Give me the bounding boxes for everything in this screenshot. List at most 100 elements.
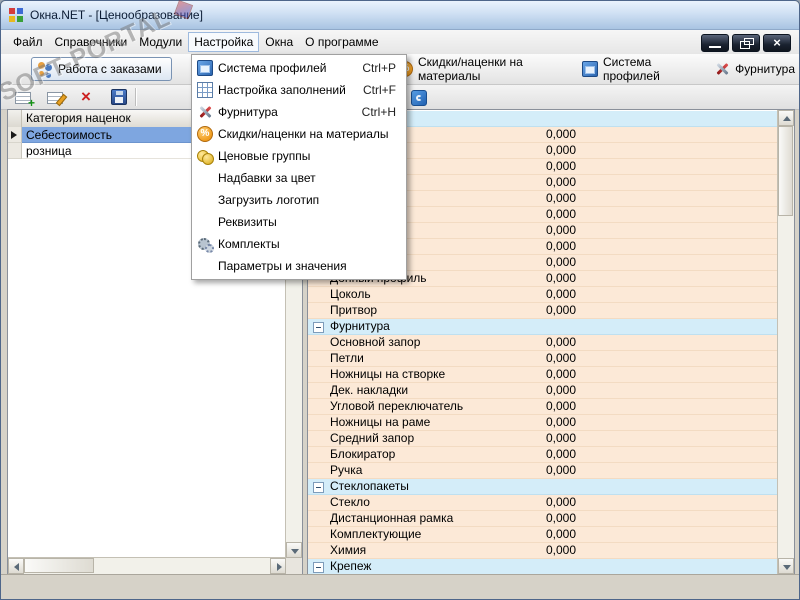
pricing-value: 0,000 <box>545 207 576 221</box>
toolbar-button-3[interactable]: Фурнитура <box>710 59 799 79</box>
close-button[interactable] <box>763 34 791 52</box>
add-record-button[interactable] <box>11 88 35 110</box>
menu-option-icon-slot <box>192 60 218 76</box>
menu-option-label: Настройка заполнений <box>218 83 346 97</box>
settings-dropdown-menu: Система профилей Ctrl+P Настройка заполнен… <box>191 54 407 280</box>
edit-record-button[interactable] <box>43 88 67 106</box>
scroll-up-button[interactable] <box>778 110 794 126</box>
toolbar-button-2[interactable]: Система профилей <box>578 53 696 85</box>
horizontal-scroll-thumb[interactable] <box>24 558 94 573</box>
pricing-group-row[interactable]: Фурнитура <box>308 319 778 335</box>
collapse-icon[interactable] <box>313 482 324 493</box>
pricing-label: Блокиратор <box>330 447 396 461</box>
pricing-value: 0,000 <box>545 239 576 253</box>
pricing-item-row[interactable]: Средний запор 0,000 <box>308 431 778 447</box>
menu-option-label: Параметры и значения <box>218 259 347 273</box>
menu-item-5[interactable]: Окна <box>259 32 299 52</box>
pricing-item-row[interactable]: Ножницы на раме 0,000 <box>308 415 778 431</box>
window-controls <box>701 34 791 52</box>
minimize-button[interactable] <box>701 34 729 52</box>
profiles-icon <box>197 60 213 76</box>
scrollbar-corner <box>286 558 302 574</box>
menu-option-9[interactable]: Комплекты <box>192 233 406 255</box>
minimize-icon <box>702 35 728 51</box>
blue-tool-button[interactable] <box>407 88 431 108</box>
pricing-group-row[interactable]: Стеклопакеты <box>308 479 778 495</box>
toolbar-button-label: Скидки/наценки на материалы <box>418 55 523 83</box>
menu-option-10[interactable]: Параметры и значения <box>192 255 406 277</box>
arrow-down-icon <box>291 549 299 554</box>
toolbar-button-1[interactable]: Скидки/наценки на материалы <box>393 53 564 85</box>
arrow-up-icon <box>783 116 791 121</box>
menu-item-1[interactable]: Файл <box>7 32 49 52</box>
scroll-left-button[interactable] <box>8 558 24 574</box>
menu-option-1[interactable]: Система профилей Ctrl+P <box>192 57 406 79</box>
pricing-item-row[interactable]: Стекло 0,000 <box>308 495 778 511</box>
app-icon <box>8 7 24 23</box>
menu-option-label: Ценовые группы <box>218 149 311 163</box>
menu-option-4[interactable]: Скидки/наценки на материалы <box>192 123 406 145</box>
delete-record-button[interactable] <box>75 87 99 107</box>
pricing-item-row[interactable]: Дистанционная рамка 0,000 <box>308 511 778 527</box>
scroll-right-button[interactable] <box>270 558 286 574</box>
save-button[interactable] <box>107 87 131 107</box>
pricing-value: 0,000 <box>545 191 576 205</box>
row-indicator <box>8 127 22 143</box>
profiles-icon <box>581 61 598 77</box>
pricing-vertical-scrollbar[interactable] <box>777 110 794 574</box>
menu-option-icon-slot <box>192 236 218 253</box>
orders-icon <box>37 61 53 77</box>
orders-button[interactable]: Работа с заказами <box>31 57 172 81</box>
pricing-label: Средний запор <box>330 431 415 445</box>
pricing-value: 0,000 <box>545 271 576 285</box>
pricing-label: Дистанционная рамка <box>330 511 454 525</box>
categories-horizontal-scrollbar[interactable] <box>8 557 286 574</box>
title-bar[interactable]: Окна.NET - [Ценообразование] <box>1 1 799 30</box>
menu-option-shortcut: Ctrl+H <box>361 105 396 119</box>
menu-option-5[interactable]: Ценовые группы <box>192 145 406 167</box>
pricing-item-row[interactable]: Дек. накладки 0,000 <box>308 383 778 399</box>
collapse-icon[interactable] <box>313 322 324 333</box>
kits-icon <box>197 236 214 253</box>
price-groups-icon <box>197 148 214 165</box>
restore-button[interactable] <box>732 34 760 52</box>
pricing-value: 0,000 <box>545 351 576 365</box>
pricing-value: 0,000 <box>545 415 576 429</box>
secondary-toolbar-right <box>407 88 431 108</box>
menu-item-6[interactable]: О программе <box>299 32 384 52</box>
menu-item-3[interactable]: Модули <box>133 32 188 52</box>
toolbar-separator <box>135 88 137 106</box>
menu-option-8[interactable]: Реквизиты <box>192 211 406 233</box>
pricing-item-row[interactable]: Комплектующие 0,000 <box>308 527 778 543</box>
pricing-item-row[interactable]: Петли 0,000 <box>308 351 778 367</box>
arrow-down-icon <box>783 565 791 570</box>
pricing-value: 0,000 <box>545 431 576 445</box>
pricing-item-row[interactable]: Цоколь 0,000 <box>308 287 778 303</box>
pricing-item-row[interactable]: Химия 0,000 <box>308 543 778 559</box>
vertical-scroll-thumb[interactable] <box>778 126 793 216</box>
pricing-value: 0,000 <box>545 383 576 397</box>
menu-option-3[interactable]: Фурнитура Ctrl+H <box>192 101 406 123</box>
scroll-down-button[interactable] <box>778 558 794 574</box>
pricing-item-row[interactable]: Притвор 0,000 <box>308 303 778 319</box>
menu-item-2[interactable]: Справочники <box>49 32 134 52</box>
save-icon <box>111 89 127 105</box>
pricing-label: Крепеж <box>330 559 372 573</box>
scroll-down-button[interactable] <box>286 542 302 558</box>
pricing-group-row[interactable]: Крепеж <box>308 559 778 574</box>
pricing-value: 0,000 <box>545 447 576 461</box>
pricing-item-row[interactable]: Блокиратор 0,000 <box>308 447 778 463</box>
pricing-value: 0,000 <box>545 543 576 557</box>
pricing-item-row[interactable]: Основной запор 0,000 <box>308 335 778 351</box>
pricing-item-row[interactable]: Угловой переключатель 0,000 <box>308 399 778 415</box>
menu-option-2[interactable]: Настройка заполнений Ctrl+F <box>192 79 406 101</box>
menu-option-7[interactable]: Загрузить логотип <box>192 189 406 211</box>
menu-option-6[interactable]: Надбавки за цвет <box>192 167 406 189</box>
pricing-item-row[interactable]: Ручка 0,000 <box>308 463 778 479</box>
collapse-icon[interactable] <box>313 562 324 573</box>
pricing-item-row[interactable]: Ножницы на створке 0,000 <box>308 367 778 383</box>
pricing-value: 0,000 <box>545 223 576 237</box>
pricing-label: Стеклопакеты <box>330 479 409 493</box>
menu-bar: Файл Справочники Модули Настройка Окна О прог… <box>1 30 799 55</box>
menu-item-4[interactable]: Настройка <box>188 32 260 52</box>
